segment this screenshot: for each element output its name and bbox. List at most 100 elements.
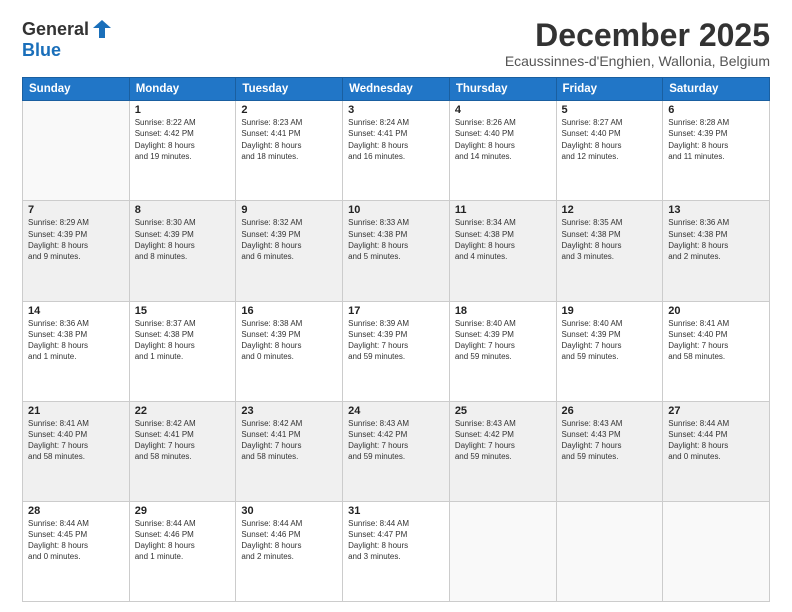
- table-row: 25Sunrise: 8:43 AM Sunset: 4:42 PM Dayli…: [449, 401, 556, 501]
- header-row: Sunday Monday Tuesday Wednesday Thursday…: [23, 78, 770, 101]
- day-info: Sunrise: 8:30 AM Sunset: 4:39 PM Dayligh…: [135, 217, 231, 262]
- day-number: 20: [668, 305, 764, 317]
- table-row: 19Sunrise: 8:40 AM Sunset: 4:39 PM Dayli…: [556, 301, 663, 401]
- day-number: 21: [28, 405, 124, 417]
- day-number: 16: [241, 305, 337, 317]
- table-row: 26Sunrise: 8:43 AM Sunset: 4:43 PM Dayli…: [556, 401, 663, 501]
- day-info: Sunrise: 8:38 AM Sunset: 4:39 PM Dayligh…: [241, 318, 337, 363]
- table-row: 21Sunrise: 8:41 AM Sunset: 4:40 PM Dayli…: [23, 401, 130, 501]
- table-row: 28Sunrise: 8:44 AM Sunset: 4:45 PM Dayli…: [23, 501, 130, 601]
- day-info: Sunrise: 8:42 AM Sunset: 4:41 PM Dayligh…: [241, 418, 337, 463]
- day-number: 17: [348, 305, 444, 317]
- table-row: 22Sunrise: 8:42 AM Sunset: 4:41 PM Dayli…: [129, 401, 236, 501]
- day-info: Sunrise: 8:41 AM Sunset: 4:40 PM Dayligh…: [28, 418, 124, 463]
- table-row: 13Sunrise: 8:36 AM Sunset: 4:38 PM Dayli…: [663, 201, 770, 301]
- table-row: 4Sunrise: 8:26 AM Sunset: 4:40 PM Daylig…: [449, 101, 556, 201]
- day-info: Sunrise: 8:29 AM Sunset: 4:39 PM Dayligh…: [28, 217, 124, 262]
- day-number: 6: [668, 104, 764, 116]
- day-info: Sunrise: 8:39 AM Sunset: 4:39 PM Dayligh…: [348, 318, 444, 363]
- table-row: 18Sunrise: 8:40 AM Sunset: 4:39 PM Dayli…: [449, 301, 556, 401]
- day-number: 18: [455, 305, 551, 317]
- day-number: 7: [28, 204, 124, 216]
- day-number: 30: [241, 505, 337, 517]
- day-info: Sunrise: 8:24 AM Sunset: 4:41 PM Dayligh…: [348, 117, 444, 162]
- calendar-week-4: 21Sunrise: 8:41 AM Sunset: 4:40 PM Dayli…: [23, 401, 770, 501]
- day-info: Sunrise: 8:44 AM Sunset: 4:46 PM Dayligh…: [135, 518, 231, 563]
- table-row: 20Sunrise: 8:41 AM Sunset: 4:40 PM Dayli…: [663, 301, 770, 401]
- day-number: 27: [668, 405, 764, 417]
- day-number: 28: [28, 505, 124, 517]
- day-info: Sunrise: 8:43 AM Sunset: 4:42 PM Dayligh…: [455, 418, 551, 463]
- day-number: 24: [348, 405, 444, 417]
- day-number: 1: [135, 104, 231, 116]
- table-row: 31Sunrise: 8:44 AM Sunset: 4:47 PM Dayli…: [343, 501, 450, 601]
- day-info: Sunrise: 8:28 AM Sunset: 4:39 PM Dayligh…: [668, 117, 764, 162]
- table-row: [23, 101, 130, 201]
- day-info: Sunrise: 8:27 AM Sunset: 4:40 PM Dayligh…: [562, 117, 658, 162]
- table-row: 16Sunrise: 8:38 AM Sunset: 4:39 PM Dayli…: [236, 301, 343, 401]
- table-row: 7Sunrise: 8:29 AM Sunset: 4:39 PM Daylig…: [23, 201, 130, 301]
- day-number: 13: [668, 204, 764, 216]
- table-row: 23Sunrise: 8:42 AM Sunset: 4:41 PM Dayli…: [236, 401, 343, 501]
- day-number: 14: [28, 305, 124, 317]
- logo-blue-text: Blue: [22, 40, 61, 61]
- day-info: Sunrise: 8:43 AM Sunset: 4:43 PM Dayligh…: [562, 418, 658, 463]
- day-number: 19: [562, 305, 658, 317]
- logo: General Blue: [22, 18, 113, 61]
- subtitle: Ecaussinnes-d'Enghien, Wallonia, Belgium: [505, 53, 770, 69]
- day-info: Sunrise: 8:44 AM Sunset: 4:45 PM Dayligh…: [28, 518, 124, 563]
- table-row: 12Sunrise: 8:35 AM Sunset: 4:38 PM Dayli…: [556, 201, 663, 301]
- day-info: Sunrise: 8:44 AM Sunset: 4:47 PM Dayligh…: [348, 518, 444, 563]
- day-number: 29: [135, 505, 231, 517]
- day-info: Sunrise: 8:36 AM Sunset: 4:38 PM Dayligh…: [28, 318, 124, 363]
- day-info: Sunrise: 8:37 AM Sunset: 4:38 PM Dayligh…: [135, 318, 231, 363]
- day-info: Sunrise: 8:42 AM Sunset: 4:41 PM Dayligh…: [135, 418, 231, 463]
- day-number: 23: [241, 405, 337, 417]
- calendar-week-2: 7Sunrise: 8:29 AM Sunset: 4:39 PM Daylig…: [23, 201, 770, 301]
- day-info: Sunrise: 8:44 AM Sunset: 4:46 PM Dayligh…: [241, 518, 337, 563]
- day-info: Sunrise: 8:32 AM Sunset: 4:39 PM Dayligh…: [241, 217, 337, 262]
- day-info: Sunrise: 8:36 AM Sunset: 4:38 PM Dayligh…: [668, 217, 764, 262]
- day-info: Sunrise: 8:40 AM Sunset: 4:39 PM Dayligh…: [562, 318, 658, 363]
- table-row: 3Sunrise: 8:24 AM Sunset: 4:41 PM Daylig…: [343, 101, 450, 201]
- day-info: Sunrise: 8:40 AM Sunset: 4:39 PM Dayligh…: [455, 318, 551, 363]
- table-row: 2Sunrise: 8:23 AM Sunset: 4:41 PM Daylig…: [236, 101, 343, 201]
- day-info: Sunrise: 8:43 AM Sunset: 4:42 PM Dayligh…: [348, 418, 444, 463]
- day-number: 9: [241, 204, 337, 216]
- day-number: 26: [562, 405, 658, 417]
- day-number: 3: [348, 104, 444, 116]
- table-row: 15Sunrise: 8:37 AM Sunset: 4:38 PM Dayli…: [129, 301, 236, 401]
- col-saturday: Saturday: [663, 78, 770, 101]
- table-row: [556, 501, 663, 601]
- day-number: 8: [135, 204, 231, 216]
- day-info: Sunrise: 8:33 AM Sunset: 4:38 PM Dayligh…: [348, 217, 444, 262]
- table-row: 10Sunrise: 8:33 AM Sunset: 4:38 PM Dayli…: [343, 201, 450, 301]
- day-info: Sunrise: 8:41 AM Sunset: 4:40 PM Dayligh…: [668, 318, 764, 363]
- logo-icon: [91, 18, 113, 40]
- col-monday: Monday: [129, 78, 236, 101]
- col-wednesday: Wednesday: [343, 78, 450, 101]
- col-sunday: Sunday: [23, 78, 130, 101]
- day-info: Sunrise: 8:44 AM Sunset: 4:44 PM Dayligh…: [668, 418, 764, 463]
- calendar-week-1: 1Sunrise: 8:22 AM Sunset: 4:42 PM Daylig…: [23, 101, 770, 201]
- day-info: Sunrise: 8:23 AM Sunset: 4:41 PM Dayligh…: [241, 117, 337, 162]
- table-row: 30Sunrise: 8:44 AM Sunset: 4:46 PM Dayli…: [236, 501, 343, 601]
- page: General Blue December 2025 Ecaussinnes-d…: [0, 0, 792, 612]
- day-number: 25: [455, 405, 551, 417]
- table-row: 11Sunrise: 8:34 AM Sunset: 4:38 PM Dayli…: [449, 201, 556, 301]
- table-row: 24Sunrise: 8:43 AM Sunset: 4:42 PM Dayli…: [343, 401, 450, 501]
- title-block: December 2025 Ecaussinnes-d'Enghien, Wal…: [505, 18, 770, 69]
- table-row: 5Sunrise: 8:27 AM Sunset: 4:40 PM Daylig…: [556, 101, 663, 201]
- table-row: [663, 501, 770, 601]
- day-number: 15: [135, 305, 231, 317]
- day-number: 4: [455, 104, 551, 116]
- col-tuesday: Tuesday: [236, 78, 343, 101]
- day-info: Sunrise: 8:22 AM Sunset: 4:42 PM Dayligh…: [135, 117, 231, 162]
- day-number: 2: [241, 104, 337, 116]
- calendar-table: Sunday Monday Tuesday Wednesday Thursday…: [22, 77, 770, 602]
- day-info: Sunrise: 8:34 AM Sunset: 4:38 PM Dayligh…: [455, 217, 551, 262]
- day-info: Sunrise: 8:26 AM Sunset: 4:40 PM Dayligh…: [455, 117, 551, 162]
- day-info: Sunrise: 8:35 AM Sunset: 4:38 PM Dayligh…: [562, 217, 658, 262]
- month-title: December 2025: [505, 18, 770, 53]
- table-row: 9Sunrise: 8:32 AM Sunset: 4:39 PM Daylig…: [236, 201, 343, 301]
